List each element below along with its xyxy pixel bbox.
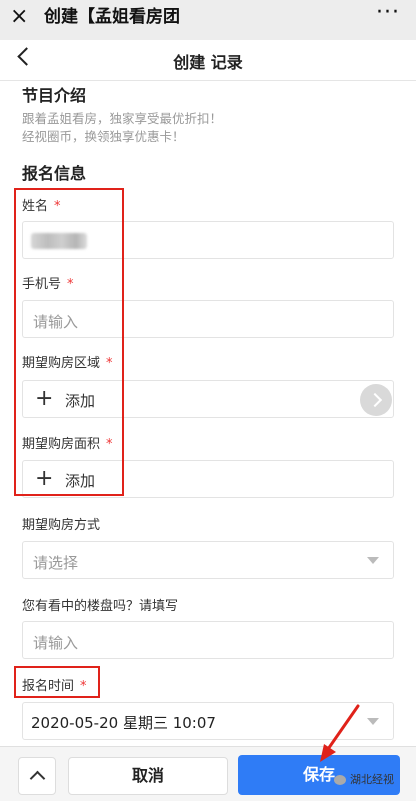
building-placeholder: 请输入	[33, 634, 79, 652]
signup-section-title: 报名信息	[22, 164, 87, 183]
annotation-box-required-fields	[14, 188, 124, 496]
intro-section-title: 节目介绍	[22, 86, 87, 105]
chevron-up-icon[interactable]	[18, 757, 56, 795]
annotation-arrow	[320, 704, 360, 762]
watermark-text: 湖北经视	[350, 773, 394, 786]
building-label: 您有看中的楼盘吗？请填写	[22, 599, 179, 614]
method-placeholder: 请选择	[33, 554, 79, 572]
watermark-logo-icon	[334, 775, 346, 785]
watermark: 湖北经视	[334, 771, 394, 787]
time-value: 2020-05-20 星期三 10:07	[31, 714, 216, 732]
cancel-button[interactable]: 取消	[68, 757, 228, 795]
more-icon[interactable]: ···	[376, 0, 400, 26]
window-title: 创建【孟姐看房团	[44, 7, 180, 27]
annotation-box-time	[14, 666, 100, 698]
method-label: 期望购房方式	[22, 518, 101, 533]
page-title: 创建 记录	[173, 53, 243, 72]
page-header: 创建 记录	[0, 40, 416, 81]
chevron-right-icon[interactable]	[360, 384, 392, 416]
intro-desc-line2: 经视圈币，换领独享优惠卡！	[22, 129, 185, 144]
close-icon[interactable]: ×	[10, 4, 28, 30]
intro-desc-line1: 跟着孟姐看房，独家享受最优折扣！	[22, 111, 223, 126]
caret-down-icon	[367, 557, 379, 564]
method-select[interactable]: 请选择	[22, 541, 394, 579]
wechat-title-bar: × 创建【孟姐看房团 ···	[0, 0, 416, 40]
building-field[interactable]: 请输入	[22, 621, 394, 659]
